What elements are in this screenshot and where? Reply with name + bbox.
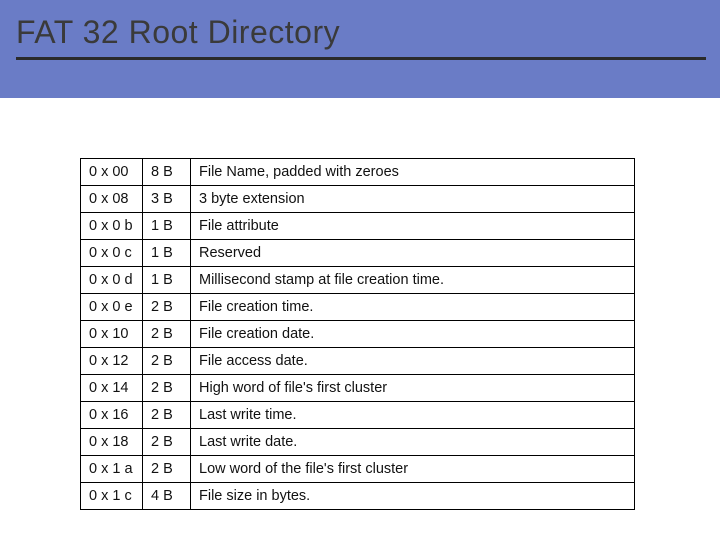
cell-desc: File size in bytes. xyxy=(191,483,635,510)
cell-offset: 0 x 1 c xyxy=(81,483,143,510)
table-row: 0 x 12 2 B File access date. xyxy=(81,348,635,375)
table-row: 0 x 14 2 B High word of file's first clu… xyxy=(81,375,635,402)
cell-desc: Low word of the file's first cluster xyxy=(191,456,635,483)
cell-desc: File access date. xyxy=(191,348,635,375)
cell-desc: File attribute xyxy=(191,213,635,240)
table-row: 0 x 0 c 1 B Reserved xyxy=(81,240,635,267)
table-row: 0 x 08 3 B 3 byte extension xyxy=(81,186,635,213)
cell-offset: 0 x 0 e xyxy=(81,294,143,321)
cell-offset: 0 x 10 xyxy=(81,321,143,348)
cell-offset: 0 x 08 xyxy=(81,186,143,213)
table-row: 0 x 16 2 B Last write time. xyxy=(81,402,635,429)
cell-offset: 0 x 16 xyxy=(81,402,143,429)
table-row: 0 x 1 c 4 B File size in bytes. xyxy=(81,483,635,510)
cell-size: 2 B xyxy=(143,294,191,321)
cell-offset: 0 x 0 b xyxy=(81,213,143,240)
table-row: 0 x 1 a 2 B Low word of the file's first… xyxy=(81,456,635,483)
cell-desc: High word of file's first cluster xyxy=(191,375,635,402)
cell-size: 4 B xyxy=(143,483,191,510)
cell-desc: File Name, padded with zeroes xyxy=(191,159,635,186)
cell-desc: Millisecond stamp at file creation time. xyxy=(191,267,635,294)
cell-size: 3 B xyxy=(143,186,191,213)
cell-offset: 0 x 12 xyxy=(81,348,143,375)
cell-size: 2 B xyxy=(143,321,191,348)
cell-size: 1 B xyxy=(143,240,191,267)
cell-offset: 0 x 14 xyxy=(81,375,143,402)
title-underline xyxy=(16,57,706,60)
cell-offset: 0 x 0 c xyxy=(81,240,143,267)
cell-size: 2 B xyxy=(143,348,191,375)
table-row: 0 x 0 d 1 B Millisecond stamp at file cr… xyxy=(81,267,635,294)
cell-size: 1 B xyxy=(143,267,191,294)
table-row: 0 x 18 2 B Last write date. xyxy=(81,429,635,456)
cell-desc: File creation date. xyxy=(191,321,635,348)
cell-offset: 0 x 0 d xyxy=(81,267,143,294)
header-band: FAT 32 Root Directory xyxy=(0,0,720,98)
page-title: FAT 32 Root Directory xyxy=(16,14,706,51)
table-row: 0 x 0 e 2 B File creation time. xyxy=(81,294,635,321)
cell-desc: Last write date. xyxy=(191,429,635,456)
cell-desc: File creation time. xyxy=(191,294,635,321)
cell-size: 8 B xyxy=(143,159,191,186)
cell-offset: 0 x 00 xyxy=(81,159,143,186)
cell-desc: Reserved xyxy=(191,240,635,267)
fat32-table: 0 x 00 8 B File Name, padded with zeroes… xyxy=(80,158,635,510)
cell-desc: Last write time. xyxy=(191,402,635,429)
cell-offset: 0 x 18 xyxy=(81,429,143,456)
cell-size: 2 B xyxy=(143,402,191,429)
title-wrap: FAT 32 Root Directory xyxy=(16,14,706,60)
cell-size: 1 B xyxy=(143,213,191,240)
cell-size: 2 B xyxy=(143,429,191,456)
cell-size: 2 B xyxy=(143,375,191,402)
table-area: 0 x 00 8 B File Name, padded with zeroes… xyxy=(0,98,720,510)
cell-size: 2 B xyxy=(143,456,191,483)
table-row: 0 x 10 2 B File creation date. xyxy=(81,321,635,348)
table-row: 0 x 0 b 1 B File attribute xyxy=(81,213,635,240)
table-row: 0 x 00 8 B File Name, padded with zeroes xyxy=(81,159,635,186)
cell-offset: 0 x 1 a xyxy=(81,456,143,483)
cell-desc: 3 byte extension xyxy=(191,186,635,213)
